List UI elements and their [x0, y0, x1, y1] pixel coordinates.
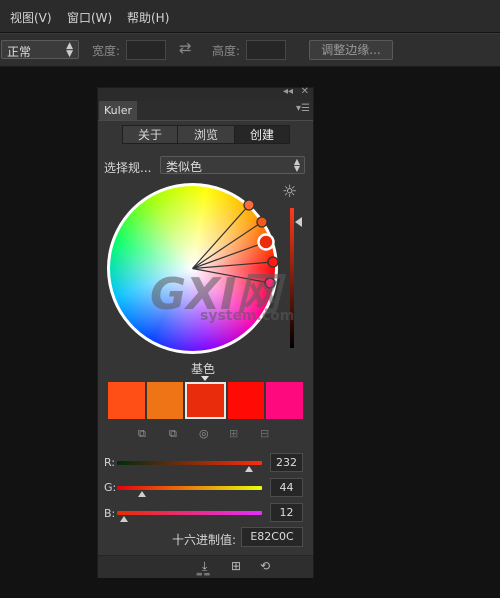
- copy-colors-icon[interactable]: ⧉: [169, 427, 177, 441]
- width-label: 宽度:: [92, 44, 121, 58]
- hex-label: 十六进制值:: [172, 533, 237, 547]
- select-arrows-icon: ▲ ▼: [66, 41, 73, 59]
- menu-bar: 视图(V) 窗口(W) 帮助(H): [0, 0, 500, 32]
- tab-kuler[interactable]: Kuler: [99, 101, 137, 120]
- panel-menu-icon[interactable]: ▾☰: [296, 103, 310, 114]
- add-from-picker-icon[interactable]: ⊞: [229, 427, 238, 440]
- menu-window[interactable]: 窗口(W): [67, 9, 112, 26]
- color-swatch[interactable]: [227, 382, 265, 419]
- r-label: R:: [104, 456, 116, 469]
- close-icon[interactable]: ✕: [301, 86, 309, 97]
- collapse-icon[interactable]: ◂◂: [283, 86, 293, 97]
- set-base-icon[interactable]: ◎: [199, 427, 209, 440]
- move-colors-icon[interactable]: ⧉: [138, 427, 146, 441]
- color-marker[interactable]: [256, 216, 268, 228]
- rule-select[interactable]: 类似色 ▲ ▼: [160, 156, 305, 174]
- watermark-url: system.com: [200, 308, 295, 324]
- menu-help[interactable]: 帮助(H): [127, 9, 169, 26]
- color-swatch[interactable]: [266, 382, 303, 419]
- swap-icon[interactable]: ⇄: [179, 39, 192, 57]
- height-field[interactable]: [246, 40, 286, 60]
- panel-title-bar: ◂◂ ✕: [98, 86, 313, 101]
- rule-value: 类似色: [166, 160, 203, 174]
- base-color-marker[interactable]: [257, 233, 275, 251]
- rule-label: 选择规...: [104, 161, 152, 175]
- upload-icon[interactable]: ⟲: [260, 559, 270, 573]
- b-value-field[interactable]: 12: [270, 503, 303, 522]
- segment-browse[interactable]: 浏览: [177, 125, 235, 144]
- r-value-field[interactable]: 232: [270, 453, 303, 472]
- select-arrows-icon: ▲ ▼: [293, 157, 300, 173]
- b-slider[interactable]: [117, 511, 262, 515]
- color-swatch[interactable]: [108, 382, 145, 419]
- g-value-field[interactable]: 44: [270, 478, 303, 497]
- panel-bottom-bar: ⤓ ⊞ ⟲ ▬▬: [98, 555, 313, 578]
- segment-about[interactable]: 关于: [122, 125, 178, 144]
- height-label: 高度:: [212, 44, 241, 58]
- color-swatch[interactable]: [185, 382, 226, 419]
- menu-view[interactable]: 视图(V): [10, 9, 52, 26]
- color-swatch[interactable]: [146, 382, 184, 419]
- brightness-icon: ☼: [282, 182, 298, 202]
- options-bar: 正常 ▲ ▼ 宽度: ⇄ 高度: 调整边缘...: [0, 33, 500, 67]
- blend-mode-select[interactable]: 正常 ▲ ▼: [1, 40, 79, 59]
- width-field[interactable]: [126, 40, 166, 60]
- brightness-handle[interactable]: [295, 217, 302, 227]
- b-slider-thumb[interactable]: [120, 516, 129, 522]
- brightness-slider[interactable]: [290, 208, 294, 348]
- swatch-row: [108, 382, 303, 419]
- base-color-label: 基色: [191, 362, 216, 376]
- add-to-swatches-icon[interactable]: ⊞: [231, 559, 241, 573]
- r-slider[interactable]: [117, 461, 262, 465]
- resize-grip-icon[interactable]: ▬▬: [196, 570, 211, 578]
- base-indicator-icon: [201, 376, 209, 381]
- kuler-panel: ◂◂ ✕ Kuler ▾☰ 关于 浏览 创建 选择规... 类似色 ▲▼ ☼: [97, 86, 314, 578]
- g-slider-thumb[interactable]: [137, 491, 146, 497]
- segment-create[interactable]: 创建: [234, 125, 290, 144]
- g-label: G:: [104, 481, 117, 494]
- g-slider[interactable]: [117, 486, 262, 490]
- r-slider-thumb[interactable]: [244, 466, 253, 472]
- panel-tab-bar: Kuler ▾☰: [98, 101, 313, 121]
- refine-edge-button[interactable]: 调整边缘...: [309, 40, 393, 60]
- color-marker[interactable]: [243, 199, 255, 211]
- b-label: B:: [104, 507, 116, 520]
- remove-color-icon[interactable]: ⊟: [260, 427, 269, 440]
- blend-mode-value: 正常: [7, 45, 32, 59]
- hex-value-field[interactable]: E82C0C: [241, 527, 303, 547]
